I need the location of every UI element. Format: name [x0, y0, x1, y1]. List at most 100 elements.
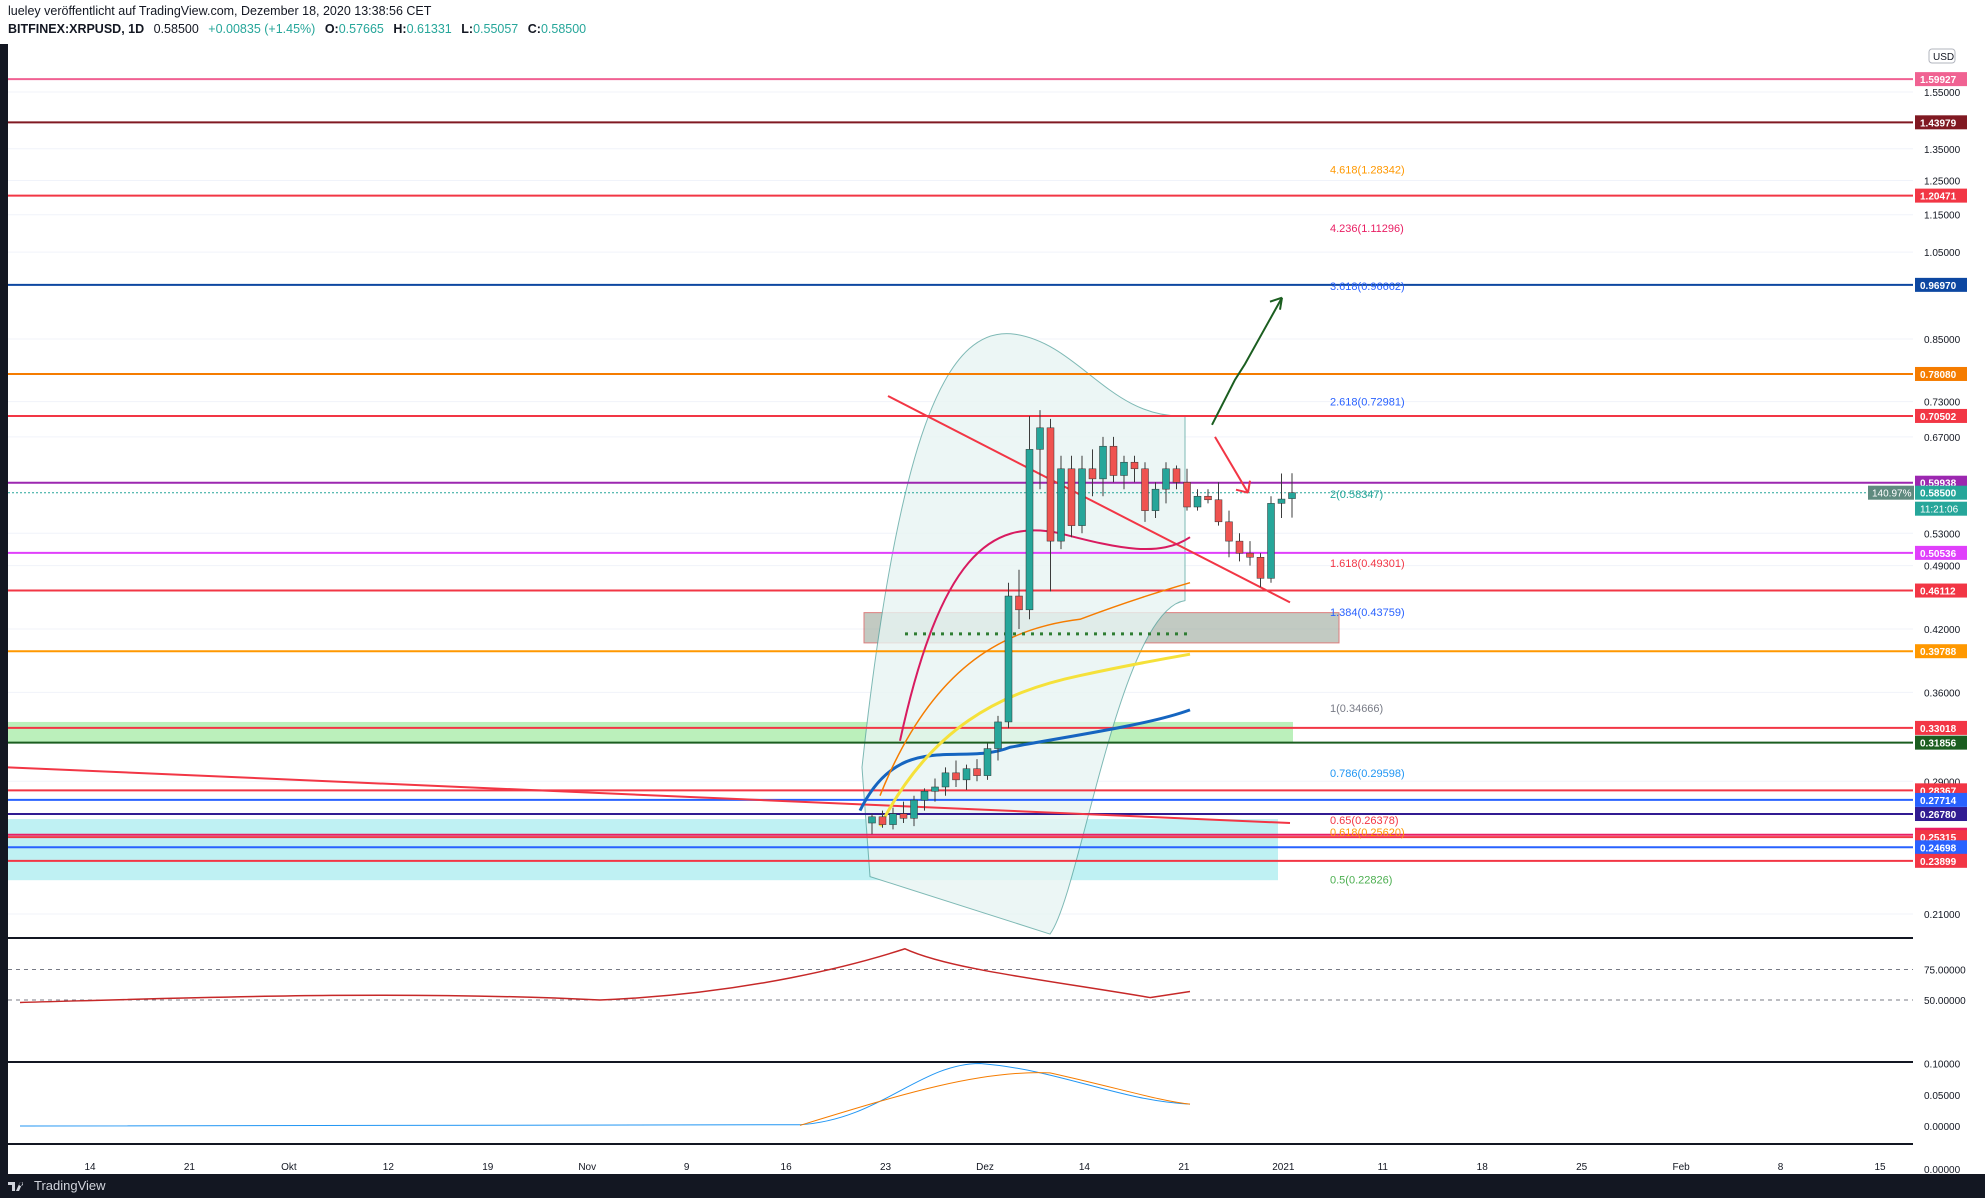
- rsi-tick-label: 75.00000: [1924, 966, 1966, 977]
- candle-body: [1256, 557, 1265, 579]
- price-chart[interactable]: 4.618(1.28342) 4.236(1.11296) 3.618(0.9666…: [0, 44, 1985, 1174]
- candle-body: [1120, 461, 1128, 476]
- symbol-name[interactable]: BITFINEX:XRPUSD, 1D: [8, 22, 144, 36]
- candle-body: [920, 791, 929, 801]
- time-tick-label: Okt: [281, 1162, 297, 1173]
- currency-button-label: USD: [1933, 52, 1954, 63]
- last-price: 0.58500: [153, 22, 199, 36]
- high-label: H:: [393, 22, 407, 36]
- candle-body: [868, 816, 876, 824]
- price-tick-label: 0.36000: [1924, 688, 1961, 699]
- time-tick-label: 12: [383, 1162, 395, 1173]
- time-tick-label: 16: [781, 1162, 793, 1173]
- open-value: 0.57665: [338, 22, 384, 36]
- candle-body: [1004, 595, 1013, 723]
- candle-body: [973, 768, 981, 776]
- price-tick-label: 0.73000: [1924, 398, 1961, 409]
- candle-body: [1151, 488, 1160, 511]
- tradingview-logo-icon[interactable]: [8, 1179, 26, 1193]
- candle-body: [1046, 427, 1055, 542]
- level-tag-label: 0.27714: [1920, 796, 1957, 807]
- macd-tick-label: 0.00000: [1924, 1122, 1961, 1133]
- candle-body: [1246, 552, 1254, 558]
- level-tag-label: 0.70502: [1920, 412, 1957, 423]
- candle-body: [878, 816, 887, 825]
- time-tick-label: 18: [1477, 1162, 1489, 1173]
- candle-body: [1193, 495, 1202, 508]
- fib-label: 0.65(0.26378): [1330, 815, 1399, 827]
- close-label: C:: [527, 22, 541, 36]
- price-tick-label: 0.49000: [1924, 562, 1961, 573]
- accumulation-zone: [8, 819, 1278, 881]
- fib-label: 0.5(0.22826): [1330, 875, 1392, 887]
- pct-tag-label: 140.97%: [1872, 489, 1912, 500]
- candle-body: [1057, 468, 1065, 542]
- level-tag-label: 1.20471: [1920, 192, 1957, 203]
- candle-body: [1109, 445, 1118, 476]
- candle-body: [1088, 468, 1097, 480]
- fib-label: 0.618(0.25620): [1330, 827, 1405, 839]
- open-label: O:: [324, 22, 339, 36]
- macd-pane[interactable]: [8, 1063, 1913, 1143]
- fib-label: 1.384(0.43759): [1330, 607, 1405, 619]
- price-tick-label: 0.67000: [1924, 433, 1961, 444]
- price-tick-label: 1.05000: [1924, 248, 1961, 259]
- chart-header: lueley veröffentlicht auf TradingView.co…: [0, 0, 1985, 44]
- price-tick-label: 0.53000: [1924, 529, 1961, 540]
- publish-info: lueley veröffentlicht auf TradingView.co…: [8, 4, 432, 18]
- level-tag-label: 1.43979: [1920, 118, 1957, 129]
- low-value: 0.55057: [473, 22, 519, 36]
- time-tick-label: 2021: [1272, 1162, 1295, 1173]
- price-tick-label: 0.42000: [1924, 625, 1961, 636]
- fib-label: 1(0.34666): [1330, 703, 1383, 715]
- rsi-tick-label: 50.00000: [1924, 996, 1966, 1007]
- time-tick-label: 25: [1576, 1162, 1588, 1173]
- candle-body: [962, 768, 971, 781]
- close-value: 0.58500: [540, 22, 587, 36]
- price-tick-label: 1.55000: [1924, 88, 1961, 99]
- time-tick-label: 9: [684, 1162, 690, 1173]
- price-tick-label: 0.85000: [1924, 335, 1961, 346]
- level-tag-label: 0.96970: [1920, 281, 1957, 292]
- fib-label: 1.618(0.49301): [1330, 558, 1405, 570]
- fib-label: 4.236(1.11296): [1330, 223, 1404, 235]
- candle-body: [1225, 521, 1233, 542]
- level-tag-label: 0.26780: [1920, 810, 1957, 821]
- candle: [1057, 455, 1065, 550]
- candle-body: [1067, 468, 1076, 526]
- level-tag-label: 0.78080: [1920, 370, 1957, 381]
- symbol-info-line: BITFINEX:XRPUSD, 1D 0.58500 +0.00835 (+1…: [8, 22, 598, 36]
- time-tick-label: Dez: [976, 1162, 994, 1173]
- candle: [983, 743, 992, 780]
- tradingview-brand[interactable]: TradingView: [34, 1178, 106, 1193]
- level-tag-label: 1.59927: [1920, 75, 1957, 86]
- candle-body: [1036, 427, 1044, 450]
- fib-label: 0.786(0.29598): [1330, 768, 1405, 780]
- candle: [1267, 496, 1275, 583]
- candle-body: [1015, 595, 1023, 611]
- time-tick-label: 21: [184, 1162, 196, 1173]
- time-tick-label: 8: [1778, 1162, 1784, 1173]
- candle-body: [952, 772, 960, 781]
- high-value: 0.61331: [406, 22, 452, 36]
- price-tick-label: 0.21000: [1924, 910, 1961, 921]
- level-tag-label: 0.50536: [1920, 549, 1957, 560]
- candle-body: [1099, 445, 1107, 480]
- time-tick-label: Nov: [578, 1162, 596, 1173]
- current-price-tag-label: 0.58500: [1920, 489, 1957, 500]
- price-tick-label: 1.15000: [1924, 211, 1961, 222]
- fib-label: 4.618(1.28342): [1330, 165, 1405, 177]
- level-tag-label: 0.33018: [1920, 724, 1957, 735]
- candle-body: [1162, 468, 1170, 490]
- level-tag-label: 0.31856: [1920, 739, 1957, 750]
- candle-body: [889, 813, 897, 825]
- price-change: +0.00835 (+1.45%): [208, 22, 316, 36]
- osc-tick-label: 0.00000: [1924, 1165, 1961, 1174]
- candle-body: [1267, 503, 1275, 579]
- time-tick-label: 21: [1178, 1162, 1190, 1173]
- time-tick-label: 14: [84, 1162, 96, 1173]
- low-label: L:: [461, 22, 474, 36]
- level-tag-label: 0.39788: [1920, 647, 1957, 658]
- level-tag-label: 0.46112: [1920, 587, 1956, 598]
- candle-body: [931, 786, 939, 792]
